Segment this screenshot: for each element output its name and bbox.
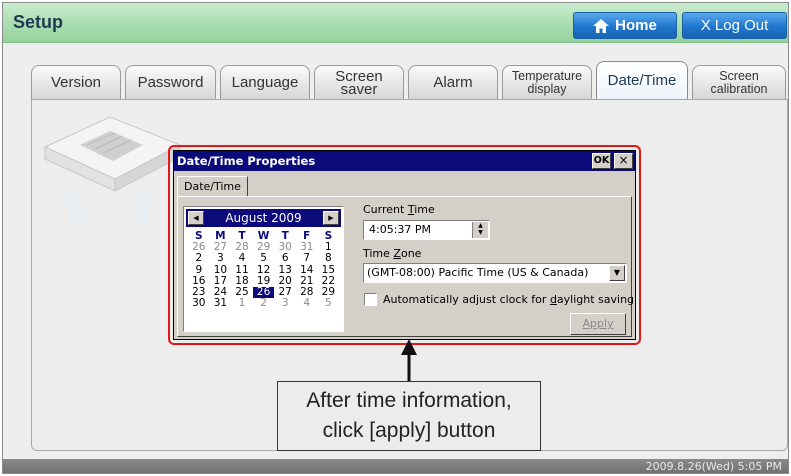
date-time-properties-dialog: Date/Time Properties OK × Date/Time ◀ Au… xyxy=(173,150,636,340)
current-time-field[interactable]: 4:05:37 PM ▲ ▼ xyxy=(363,220,490,240)
dialog-ok-button[interactable]: OK xyxy=(592,153,611,169)
dialog-tab-date-time[interactable]: Date/Time xyxy=(177,176,248,196)
current-time-label: Current Time xyxy=(363,203,435,216)
tab-label: Version xyxy=(50,74,102,91)
dropdown-arrow-icon[interactable]: ▼ xyxy=(609,265,625,281)
tab-screen-saver[interactable]: Screen saver xyxy=(314,65,404,99)
calendar-header: ◀ August 2009 ▶ xyxy=(186,209,341,227)
callout-line-2: click [apply] button xyxy=(322,419,496,442)
tab-password[interactable]: Password xyxy=(125,65,216,99)
apply-label: Apply xyxy=(582,317,614,330)
prev-month-icon[interactable]: ◀ xyxy=(188,211,204,225)
calendar-day[interactable]: 7 xyxy=(296,253,318,264)
tab-label: Password xyxy=(137,74,204,91)
dialog-panel: ◀ August 2009 ▶ S M T W T F S 26 27 28 29 30 31 1 2 3 4 5… xyxy=(177,196,635,337)
calendar-day[interactable]: 30 xyxy=(188,298,210,309)
next-month-icon[interactable]: ▶ xyxy=(323,211,339,225)
time-zone-label: Time Zone xyxy=(363,247,422,260)
tab-label: Screen calibration xyxy=(710,68,768,96)
tab-date-time[interactable]: Date/Time xyxy=(596,61,688,99)
ceiling-unit-illustration-icon xyxy=(43,116,182,225)
dialog-title: Date/Time Properties xyxy=(174,151,635,171)
calendar-day[interactable]: 8 xyxy=(318,253,340,264)
time-zone-select[interactable]: (GMT-08:00) Pacific Time (US & Canada) ▼ xyxy=(363,263,627,283)
calendar-day[interactable]: 31 xyxy=(210,298,232,309)
daylight-saving-label: Automatically adjust clock for daylight … xyxy=(383,293,635,306)
callout-line-1: After time information, xyxy=(306,389,512,412)
current-time-value: 4:05:37 PM xyxy=(369,223,432,236)
calendar-week-row: 30 31 1 2 3 4 5 xyxy=(188,298,339,309)
tab-label: Temperature display xyxy=(511,68,583,96)
tab-screen-calibration[interactable]: Screen calibration xyxy=(692,65,786,99)
home-button[interactable]: Home xyxy=(573,12,677,39)
logout-button[interactable]: X Log Out xyxy=(682,12,787,39)
tab-alarm[interactable]: Alarm xyxy=(408,65,498,99)
setup-window: Setup Home X Log Out Version Password La… xyxy=(2,2,789,474)
top-bar: Setup Home X Log Out xyxy=(3,3,788,43)
calendar-month-label: August 2009 xyxy=(225,211,302,225)
logout-label: X Log Out xyxy=(700,17,769,34)
calendar-days-grid: S M T W T F S 26 27 28 29 30 31 1 2 3 4 5 6 7 8 9 10 11 12 13 14 15… xyxy=(188,230,339,309)
page-title: Setup xyxy=(13,12,64,32)
calendar-day[interactable]: 6 xyxy=(274,253,296,264)
tab-label: Date/Time xyxy=(607,72,677,89)
calendar-week-row: 2345678 xyxy=(188,253,339,264)
pointer-arrow-icon xyxy=(401,339,417,383)
instruction-callout: After time information, click [apply] bu… xyxy=(277,381,541,451)
calendar-day[interactable]: 1 xyxy=(231,298,253,309)
apply-button[interactable]: Apply xyxy=(570,313,626,335)
calendar-day[interactable]: 3 xyxy=(210,253,232,264)
home-icon xyxy=(593,18,610,33)
month-calendar: ◀ August 2009 ▶ S M T W T F S 26 27 28 29 30 31 1 2 3 4 5… xyxy=(183,206,344,332)
tab-temperature-display[interactable]: Temperature display xyxy=(502,65,592,99)
calendar-day[interactable]: 5 xyxy=(318,298,340,309)
status-bar: 2009.8.26(Wed) 5:05 PM xyxy=(3,459,788,473)
calendar-day[interactable]: 4 xyxy=(296,298,318,309)
calendar-day[interactable]: 3 xyxy=(274,298,296,309)
tab-version[interactable]: Version xyxy=(31,65,121,99)
daylight-saving-checkbox[interactable] xyxy=(364,293,377,306)
calendar-day[interactable]: 2 xyxy=(253,298,275,309)
time-zone-value: (GMT-08:00) Pacific Time (US & Canada) xyxy=(367,266,589,279)
time-spinner-icon[interactable]: ▲ ▼ xyxy=(472,222,488,238)
calendar-day[interactable]: 4 xyxy=(231,253,253,264)
status-clock: 2009.8.26(Wed) 5:05 PM xyxy=(645,460,782,473)
calendar-day[interactable]: 5 xyxy=(253,253,275,264)
dialog-close-button[interactable]: × xyxy=(614,153,633,169)
home-label: Home xyxy=(615,17,657,34)
tab-label: Language xyxy=(231,74,299,91)
tab-language[interactable]: Language xyxy=(220,65,310,99)
tab-label: Screen saver xyxy=(335,67,383,98)
calendar-day[interactable]: 2 xyxy=(188,253,210,264)
tab-label: Alarm xyxy=(433,74,473,91)
